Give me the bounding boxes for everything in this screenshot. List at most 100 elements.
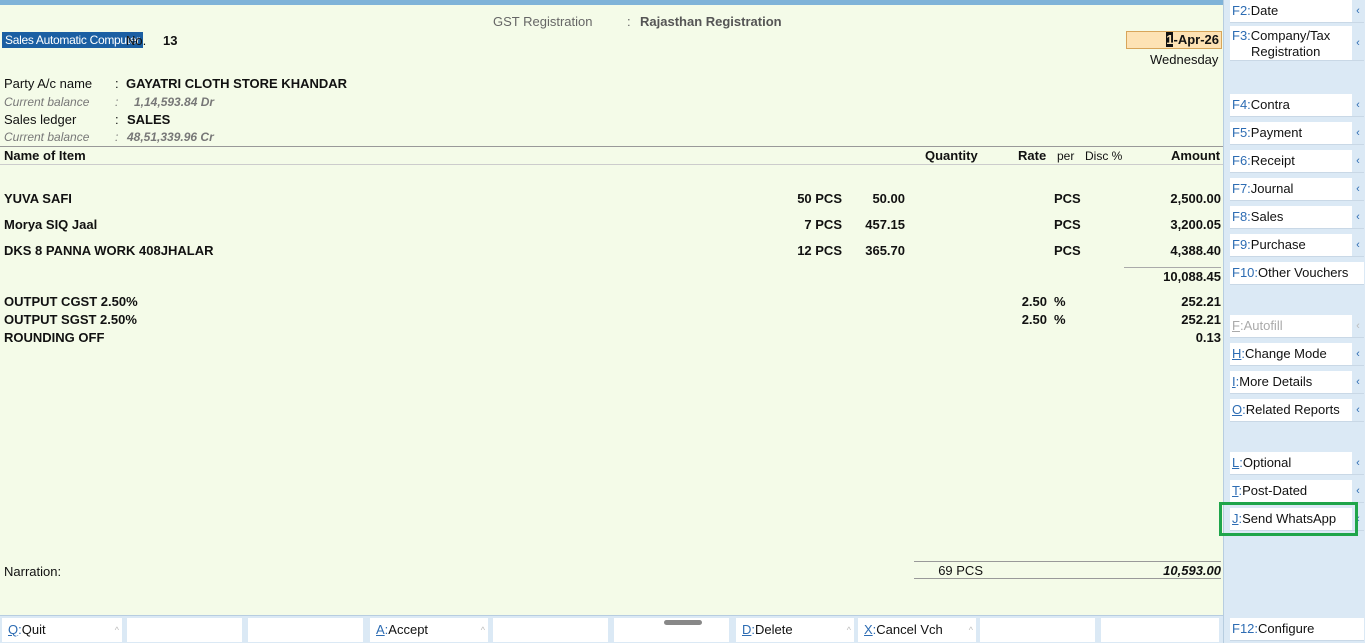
button-label: Other Vouchers xyxy=(1258,265,1349,280)
title-strip xyxy=(0,0,1223,5)
voucher-no-label: No. xyxy=(126,33,147,48)
sidebar-date-button[interactable]: F2:Date ‹ xyxy=(1230,0,1364,23)
party-label: Party A/c name xyxy=(4,76,93,91)
sidebar-payment-button[interactable]: F5:Payment ‹ xyxy=(1230,122,1364,145)
day-label: Wednesday xyxy=(1150,52,1219,67)
voucher-no[interactable]: 13 xyxy=(163,33,177,48)
delete-button[interactable]: D:Delete ^ xyxy=(736,618,854,642)
item-per[interactable]: PCS xyxy=(1054,191,1081,206)
key-a: A xyxy=(376,622,385,637)
item-qty[interactable]: 7 PCS xyxy=(804,217,842,232)
empty-button[interactable] xyxy=(127,618,242,642)
item-per[interactable]: PCS xyxy=(1054,243,1081,258)
chevron-left-icon: ‹ xyxy=(1352,234,1364,256)
voucher-type[interactable]: Sales Automatic Computer xyxy=(2,32,143,48)
sales-ledger-balance: 48,51,339.96 Cr xyxy=(127,130,214,144)
date-field[interactable]: 1-Apr-26 xyxy=(1126,31,1222,49)
caret-icon: ^ xyxy=(114,625,119,635)
key-f5: F5 xyxy=(1232,125,1248,140)
quit-button[interactable]: Q:Quit ^ xyxy=(2,618,122,642)
party-name[interactable]: GAYATRI CLOTH STORE KHANDAR xyxy=(126,76,347,91)
button-label: Company/Tax xyxy=(1250,28,1331,43)
ledger-name[interactable]: OUTPUT CGST 2.50% xyxy=(4,294,138,309)
gst-registration-label: GST Registration xyxy=(493,14,593,29)
sidebar-other-vouchers-button[interactable]: F10:Other Vouchers xyxy=(1230,262,1364,285)
empty-button[interactable] xyxy=(248,618,363,642)
sidebar-more-details-button[interactable]: I:More Details ‹ xyxy=(1230,371,1364,394)
sidebar-post-dated-button[interactable]: T:Post-Dated ‹ xyxy=(1230,480,1364,503)
ledger-amount[interactable]: 252.21 xyxy=(1181,294,1221,309)
item-amount[interactable]: 3,200.05 xyxy=(1170,217,1221,232)
cancel-vch-button[interactable]: X:Cancel Vch ^ xyxy=(858,618,976,642)
button-label: Related Reports xyxy=(1245,402,1340,417)
item-amount[interactable]: 2,500.00 xyxy=(1170,191,1221,206)
whatsapp-highlight-box xyxy=(1219,502,1358,536)
ledger-amount[interactable]: 0.13 xyxy=(1196,330,1221,345)
button-sidebar: F2:Date ‹ F3:Company/Tax Registration ‹ … xyxy=(1223,0,1365,643)
sidebar-company-tax-button[interactable]: F3:Company/Tax Registration ‹ xyxy=(1230,26,1364,61)
chevron-left-icon: ‹ xyxy=(1352,343,1364,365)
item-qty[interactable]: 12 PCS xyxy=(797,243,842,258)
item-name[interactable]: Morya SIQ Jaal xyxy=(4,217,97,232)
sidebar-related-reports-button[interactable]: O:Related Reports ‹ xyxy=(1230,399,1364,422)
sidebar-configure-button[interactable]: F12:Configure xyxy=(1230,618,1364,641)
button-label-line2: Registration xyxy=(1251,44,1321,59)
item-rate[interactable]: 50.00 xyxy=(872,191,905,206)
sidebar-contra-button[interactable]: F4:Contra ‹ xyxy=(1230,94,1364,117)
key-d: D xyxy=(742,622,752,637)
voucher-panel: GST Registration : Rajasthan Registratio… xyxy=(0,0,1223,615)
empty-button[interactable] xyxy=(980,618,1095,642)
ledger-rate: 2.50 xyxy=(1021,294,1047,309)
key-f12: F12 xyxy=(1232,621,1255,636)
key-f4: F4 xyxy=(1232,97,1248,112)
button-label: Receipt xyxy=(1250,153,1295,168)
party-balance-label: Current balance xyxy=(4,95,90,109)
item-name[interactable]: YUVA SAFI xyxy=(4,191,72,206)
sidebar-journal-button[interactable]: F7:Journal ‹ xyxy=(1230,178,1364,201)
button-label: Change Mode xyxy=(1245,346,1327,361)
ledger-name[interactable]: OUTPUT SGST 2.50% xyxy=(4,312,137,327)
empty-button[interactable] xyxy=(1101,618,1219,642)
item-rate[interactable]: 365.70 xyxy=(865,243,905,258)
col-disc: Disc % xyxy=(1085,149,1123,163)
col-amount: Amount xyxy=(1171,148,1221,163)
header-divider xyxy=(0,164,1223,165)
sidebar-change-mode-button[interactable]: H:Change Mode ‹ xyxy=(1230,343,1364,366)
col-per: per xyxy=(1057,149,1075,163)
empty-button[interactable] xyxy=(493,618,608,642)
drag-handle-icon[interactable] xyxy=(664,620,702,625)
button-label: Purchase xyxy=(1250,237,1306,252)
item-per[interactable]: PCS xyxy=(1054,217,1081,232)
item-qty[interactable]: 50 PCS xyxy=(797,191,842,206)
button-label: Autofill xyxy=(1243,318,1283,333)
item-amount[interactable]: 4,388.40 xyxy=(1170,243,1221,258)
key-f8: F8 xyxy=(1232,209,1248,224)
button-label: Optional xyxy=(1242,455,1292,470)
sales-ledger-colon: : xyxy=(115,112,119,127)
chevron-left-icon: ‹ xyxy=(1352,371,1364,393)
accept-button[interactable]: A:Accept ^ xyxy=(370,618,488,642)
sales-ledger-value[interactable]: SALES xyxy=(127,112,170,127)
sidebar-purchase-button[interactable]: F9:Purchase ‹ xyxy=(1230,234,1364,257)
col-quantity: Quantity xyxy=(925,148,978,163)
chevron-left-icon: ‹ xyxy=(1352,122,1364,144)
button-label: Accept xyxy=(388,622,429,637)
gst-registration-value[interactable]: Rajasthan Registration xyxy=(640,14,782,29)
sidebar-sales-button[interactable]: F8:Sales ‹ xyxy=(1230,206,1364,229)
button-label: Payment xyxy=(1250,125,1303,140)
ledger-amount[interactable]: 252.21 xyxy=(1181,312,1221,327)
date-rest: -Apr-26 xyxy=(1173,32,1219,47)
button-label: Journal xyxy=(1250,181,1294,196)
sidebar-receipt-button[interactable]: F6:Receipt ‹ xyxy=(1230,150,1364,173)
key-x: X xyxy=(864,622,873,637)
chevron-left-icon: ‹ xyxy=(1352,315,1364,337)
key-f7: F7 xyxy=(1232,181,1248,196)
sidebar-optional-button[interactable]: L:Optional ‹ xyxy=(1230,452,1364,475)
item-rate[interactable]: 457.15 xyxy=(865,217,905,232)
button-label: Post-Dated xyxy=(1242,483,1308,498)
ledger-name[interactable]: ROUNDING OFF xyxy=(4,330,104,345)
item-name[interactable]: DKS 8 PANNA WORK 408JHALAR xyxy=(4,243,213,258)
key-f9: F9 xyxy=(1232,237,1248,252)
caret-icon: ^ xyxy=(968,625,973,635)
sidebar-autofill-button[interactable]: F:Autofill ‹ xyxy=(1230,315,1364,338)
